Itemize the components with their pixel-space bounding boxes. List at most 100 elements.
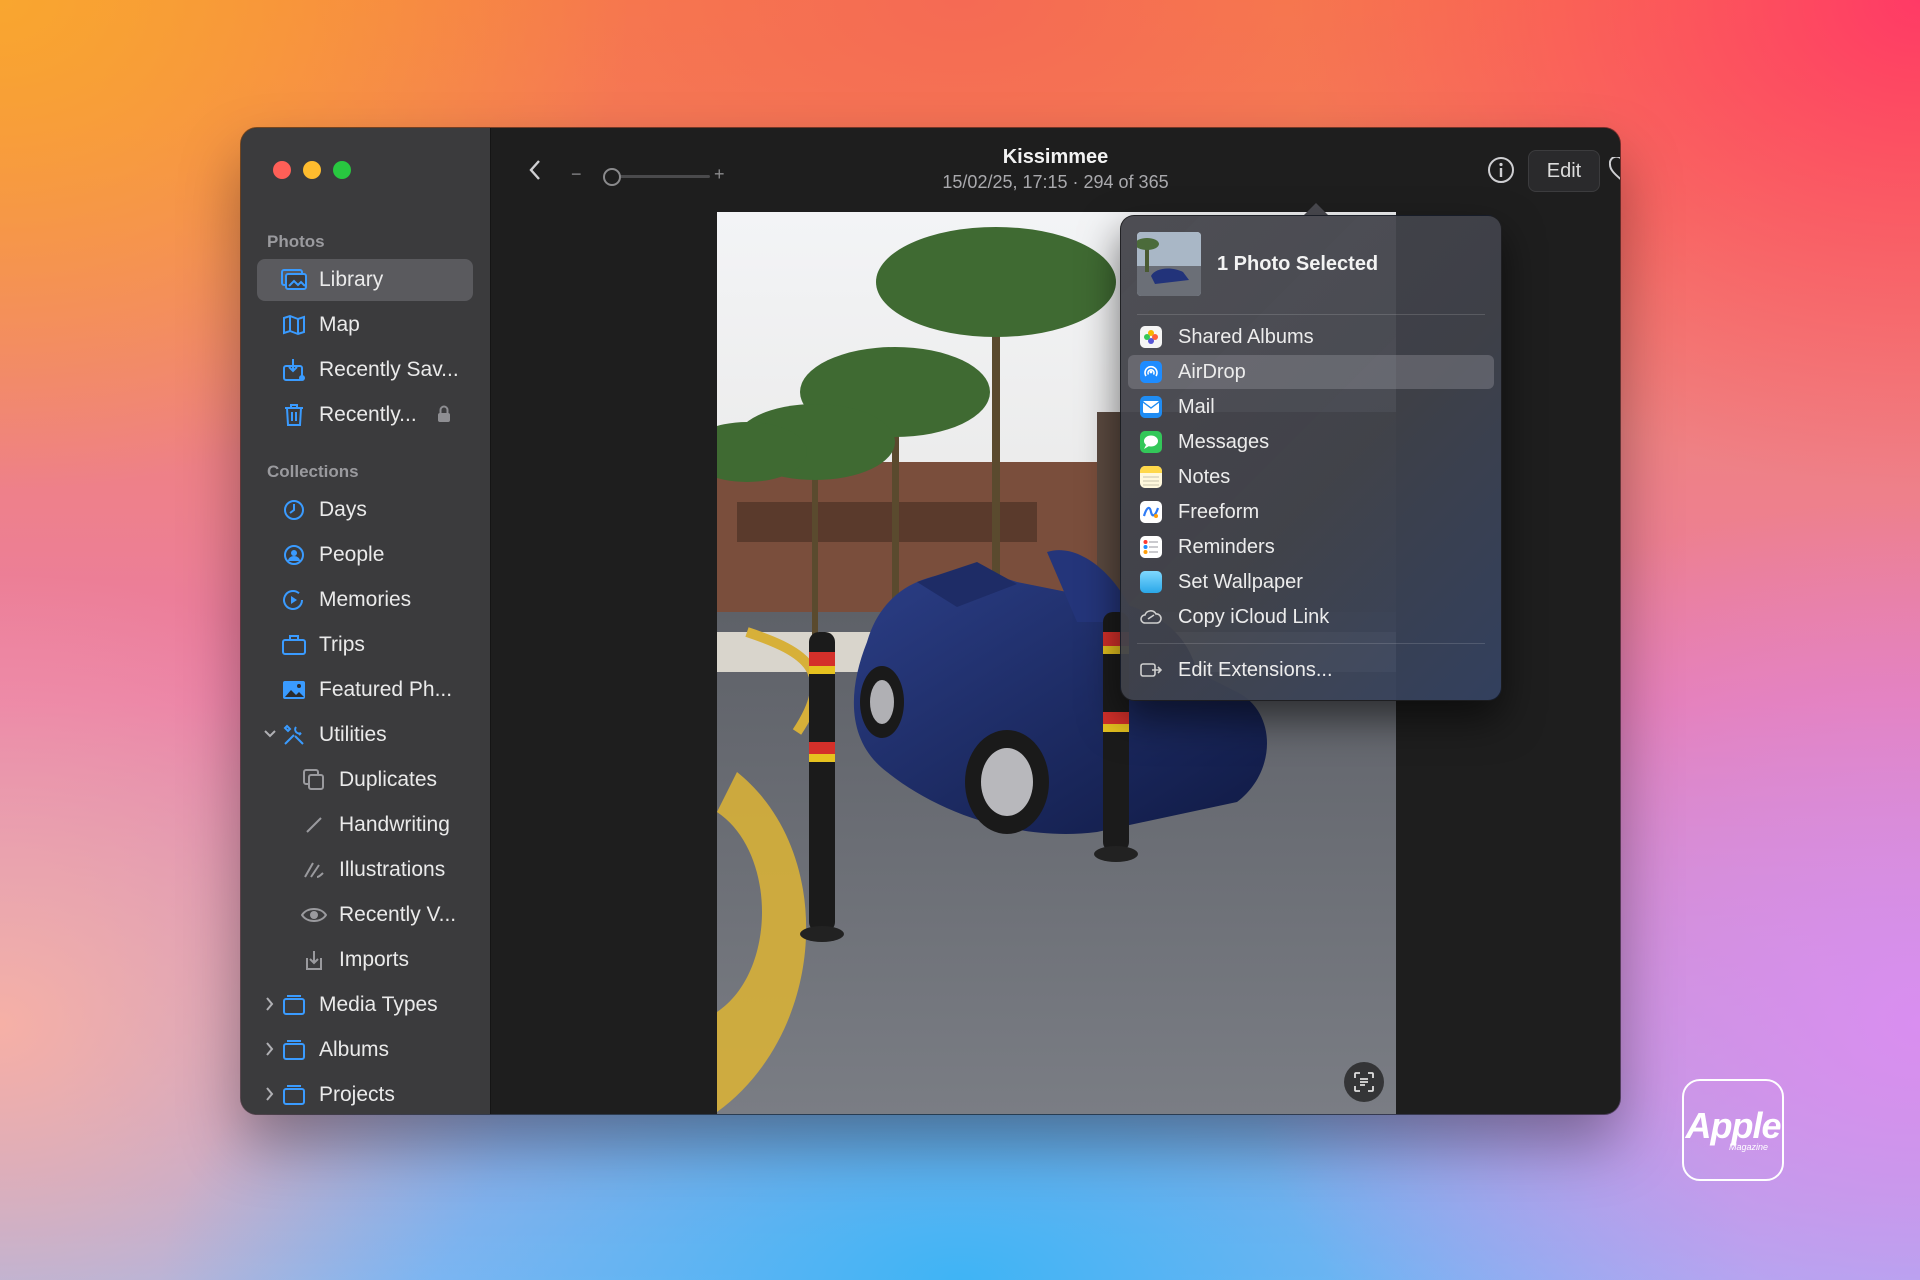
sidebar-item-recently-deleted[interactable]: Recently... <box>257 394 473 436</box>
trash-icon <box>279 400 309 430</box>
share-menu-header: 1 Photo Selected <box>1137 232 1485 296</box>
share-notes[interactable]: Notes <box>1128 460 1494 494</box>
sidebar-item-illustrations[interactable]: Illustrations <box>257 849 473 891</box>
share-freeform[interactable]: Freeform <box>1128 495 1494 529</box>
apple-magazine-logo: Apple Magazine <box>1682 1079 1784 1181</box>
sidebar-item-duplicates[interactable]: Duplicates <box>257 759 473 801</box>
sidebar-item-handwriting[interactable]: Handwriting <box>257 804 473 846</box>
sidebar-item-people[interactable]: People <box>257 534 473 576</box>
sidebar-item-label: Albums <box>319 1038 390 1061</box>
folder-icon <box>279 1080 309 1110</box>
share-mail[interactable]: Mail <box>1128 390 1494 424</box>
library-icon <box>279 265 309 295</box>
sidebar-item-label: Memories <box>319 588 412 611</box>
sidebar-item-map[interactable]: Map <box>257 304 473 346</box>
edit-button[interactable]: Edit <box>1528 150 1600 192</box>
messages-icon <box>1140 431 1162 453</box>
window-controls <box>273 161 351 179</box>
share-menu-divider <box>1137 314 1485 315</box>
tools-icon <box>279 720 309 750</box>
sidebar-item-days[interactable]: Days <box>257 489 473 531</box>
duplicates-icon <box>299 765 329 795</box>
sidebar-item-label: Recently Sav... <box>319 358 459 381</box>
chevron-right-icon[interactable] <box>263 1040 277 1064</box>
sidebar-item-label: Recently... <box>319 403 417 426</box>
airdrop-icon <box>1140 361 1162 383</box>
chevron-right-icon[interactable] <box>263 1085 277 1109</box>
photo-date-and-position: 15/02/25, 17:15 · 294 of 365 <box>942 172 1169 192</box>
recently-saved-icon <box>279 355 309 385</box>
sidebar-item-label: Illustrations <box>339 858 446 881</box>
reminders-icon <box>1140 536 1162 558</box>
chevron-down-icon[interactable] <box>263 725 277 749</box>
sidebar-item-label: Recently V... <box>339 903 457 926</box>
sidebar-item-utilities[interactable]: Utilities <box>257 714 473 756</box>
sidebar-item-label: Map <box>319 313 360 336</box>
sidebar-item-projects[interactable]: Projects <box>257 1074 473 1114</box>
zoom-window-button[interactable] <box>333 161 351 179</box>
share-item-label: Notes <box>1178 465 1231 488</box>
sidebar-item-recently-saved[interactable]: Recently Sav... <box>257 349 473 391</box>
sidebar-item-label: Imports <box>339 948 410 971</box>
sidebar-item-label: Projects <box>319 1083 395 1106</box>
share-reminders[interactable]: Reminders <box>1128 530 1494 564</box>
sidebar-item-label: Media Types <box>319 993 438 1016</box>
sidebar-item-featured-photos[interactable]: Featured Ph... <box>257 669 473 711</box>
sidebar-item-label: People <box>319 543 385 566</box>
share-airdrop[interactable]: AirDrop <box>1128 355 1494 389</box>
share-shared-albums[interactable]: Shared Albums <box>1128 320 1494 354</box>
sidebar-item-memories[interactable]: Memories <box>257 579 473 621</box>
share-menu-divider <box>1137 643 1485 644</box>
clock-icon <box>279 495 309 525</box>
share-item-label: Messages <box>1178 430 1270 453</box>
map-icon <box>279 310 309 340</box>
sidebar-item-imports[interactable]: Imports <box>257 939 473 981</box>
chevron-right-icon[interactable] <box>263 995 277 1019</box>
share-item-label: Reminders <box>1178 535 1275 558</box>
section-collections-header: Collections <box>267 462 359 481</box>
wallpaper-icon <box>1140 571 1162 593</box>
import-icon <box>299 945 329 975</box>
minimize-window-button[interactable] <box>303 161 321 179</box>
eye-icon <box>299 900 329 930</box>
info-button[interactable] <box>1481 150 1521 190</box>
live-text-button[interactable] <box>1344 1062 1384 1102</box>
share-item-label: Set Wallpaper <box>1178 570 1303 593</box>
sidebar-item-library[interactable]: Library <box>257 259 473 301</box>
sidebar-item-label: Featured Ph... <box>319 678 453 701</box>
logo-brand-text: Apple <box>1685 1105 1781 1146</box>
sidebar: Photos Library Map Recently Sav... Recen… <box>241 128 491 1114</box>
logo-sub-text: Magazine <box>1728 1142 1768 1152</box>
share-copy-icloud-link[interactable]: Copy iCloud Link <box>1128 600 1494 634</box>
memories-icon <box>279 585 309 615</box>
photo-title: Kissimmee <box>1002 146 1109 168</box>
close-window-button[interactable] <box>273 161 291 179</box>
share-item-label: Freeform <box>1178 500 1260 523</box>
share-messages[interactable]: Messages <box>1128 425 1494 459</box>
sidebar-item-albums[interactable]: Albums <box>257 1029 473 1071</box>
folder-icon <box>279 990 309 1020</box>
sidebar-item-recently-viewed[interactable]: Recently V... <box>257 894 473 936</box>
suitcase-icon <box>279 630 309 660</box>
share-set-wallpaper[interactable]: Set Wallpaper <box>1128 565 1494 599</box>
share-edit-extensions[interactable]: Edit Extensions... <box>1128 653 1494 687</box>
sidebar-item-label: Handwriting <box>339 813 450 836</box>
share-menu-title: 1 Photo Selected <box>1217 252 1379 275</box>
featured-photos-icon <box>279 675 309 705</box>
icloud-link-icon <box>1140 606 1162 628</box>
share-menu: 1 Photo Selected Shared Albums AirDrop M… <box>1120 215 1502 701</box>
share-item-label: Edit Extensions... <box>1178 658 1333 681</box>
extensions-icon <box>1140 659 1162 681</box>
share-item-label: Copy iCloud Link <box>1178 605 1330 628</box>
toolbar: − + Kissimmee 15/02/25, 17:15 · 294 of 3… <box>491 128 1620 212</box>
sidebar-item-media-types[interactable]: Media Types <box>257 984 473 1026</box>
freeform-icon <box>1140 501 1162 523</box>
sidebar-item-trips[interactable]: Trips <box>257 624 473 666</box>
person-icon <box>279 540 309 570</box>
share-item-label: AirDrop <box>1178 360 1246 383</box>
sidebar-item-label: Duplicates <box>339 768 438 791</box>
notes-icon <box>1140 466 1162 488</box>
lock-icon <box>437 405 451 429</box>
sidebar-item-label: Utilities <box>319 723 387 746</box>
favorite-button[interactable] <box>1603 150 1620 190</box>
